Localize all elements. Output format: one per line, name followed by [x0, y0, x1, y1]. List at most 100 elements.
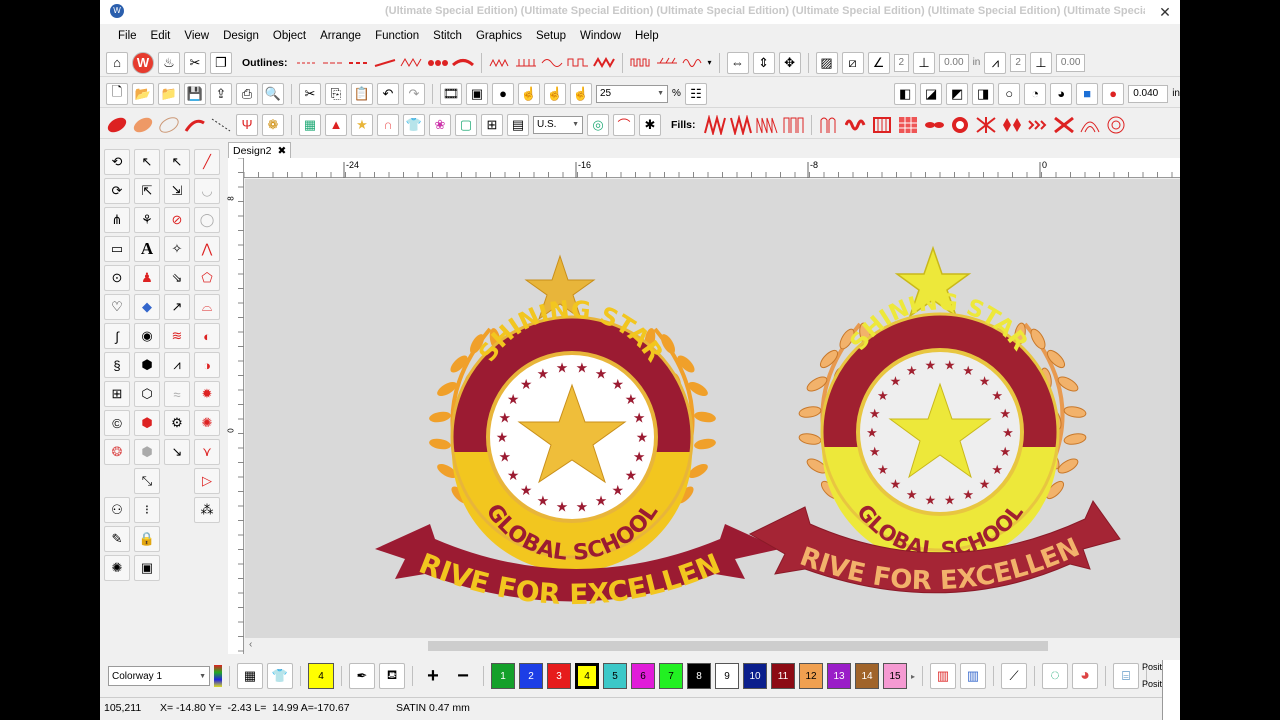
shapes-icon[interactable]: ▲: [325, 113, 347, 136]
spacing-icon-2[interactable]: ⊥: [1029, 51, 1052, 74]
color-swatch-10[interactable]: 10: [743, 663, 767, 689]
menu-view[interactable]: View: [184, 30, 209, 42]
outline-satin[interactable]: [400, 54, 422, 72]
paste-icon[interactable]: 📋: [351, 82, 373, 105]
window-close-button[interactable]: ✕: [1150, 0, 1180, 24]
star-icon[interactable]: ★: [351, 113, 373, 136]
color-swatch-13[interactable]: 13: [827, 663, 851, 689]
color-swatch-4[interactable]: 4: [575, 663, 599, 689]
outline-triple-stitch[interactable]: [322, 54, 344, 72]
fill-pattern-13[interactable]: [1027, 115, 1049, 135]
units-combo[interactable]: U.S. ▼: [533, 115, 583, 134]
width-spin[interactable]: 0.040: [1128, 84, 1169, 103]
picture-icon[interactable]: ▦: [299, 113, 321, 136]
grid-square-icon[interactable]: ▣: [134, 555, 160, 581]
stitch-cross-icon[interactable]: ⁂: [194, 497, 220, 523]
zoom-combo[interactable]: 25 ▼: [596, 84, 668, 103]
pen-icon[interactable]: ✎: [104, 526, 130, 552]
curve-icon[interactable]: ∫: [104, 323, 130, 349]
tab-design2[interactable]: Design2 ✖: [228, 142, 292, 158]
menu-help[interactable]: Help: [635, 30, 659, 42]
undo-icon[interactable]: ↶: [377, 82, 399, 105]
remove-color-icon[interactable]: −: [450, 663, 476, 689]
team-names-icon[interactable]: ♟: [134, 265, 160, 291]
scroll-thumb[interactable]: [428, 641, 1048, 651]
paint-bucket-icon[interactable]: ⛾: [379, 663, 405, 689]
wave-grey-icon[interactable]: ≈: [164, 381, 190, 407]
fill-feather[interactable]: [184, 115, 206, 135]
menu-stitch[interactable]: Stitch: [433, 30, 462, 42]
zigzag-icon[interactable]: ⩘: [164, 352, 190, 378]
redo-icon[interactable]: ↷: [403, 82, 425, 105]
outline-backstitch[interactable]: [348, 54, 370, 72]
fill-leaf-outline[interactable]: [158, 115, 180, 135]
rectangle-icon[interactable]: ▭: [104, 236, 130, 262]
color-circles-icon[interactable]: ❀: [429, 113, 451, 136]
back-minus-front-icon[interactable]: ◔: [1024, 82, 1047, 105]
docked-panel-edge[interactable]: [1162, 660, 1180, 720]
fish-icon[interactable]: ❁: [262, 113, 284, 136]
front-minus-back-icon[interactable]: ○: [998, 82, 1021, 105]
reshape-icon[interactable]: ⟲: [104, 149, 130, 175]
outline-squares[interactable]: [630, 54, 652, 72]
angle-icon[interactable]: ∠: [867, 51, 890, 74]
curve-2-icon[interactable]: §: [104, 352, 130, 378]
skew-icon[interactable]: ⧄: [841, 51, 864, 74]
overview-icon[interactable]: ☷: [684, 82, 707, 105]
lettering-icon[interactable]: A: [134, 236, 160, 262]
menu-arrange[interactable]: Arrange: [320, 30, 361, 42]
menu-object[interactable]: Object: [273, 30, 306, 42]
open-folder-icon[interactable]: 📂: [132, 82, 154, 105]
select-poly-icon[interactable]: ⇱: [134, 178, 160, 204]
knife-icon[interactable]: ⊘: [164, 207, 190, 233]
hexagon-icon[interactable]: ⬢: [134, 352, 160, 378]
badge-vector[interactable]: ★★★★★★★★★★★★★★★★ ★ ★ ★★★★ SHINING STAR GLOB…: [245, 179, 780, 611]
mirror-icon[interactable]: ✥: [778, 51, 801, 74]
eyedropper-icon[interactable]: ✒: [349, 663, 375, 689]
color-swatch-15[interactable]: 15: [883, 663, 907, 689]
square-nodes-icon[interactable]: ⬠: [194, 265, 220, 291]
outline-zigzag[interactable]: [489, 54, 511, 72]
chevron-down-icon[interactable]: ▾: [708, 58, 712, 67]
tab-close-icon[interactable]: ✖: [278, 145, 287, 157]
gear-red-icon[interactable]: ✹: [194, 381, 220, 407]
stack-icon[interactable]: ❐: [210, 51, 232, 74]
outline-loops[interactable]: [682, 54, 704, 72]
hoop-tool-icon[interactable]: ⊞: [104, 381, 130, 407]
design-canvas[interactable]: ★ ★ ★ ★ ★ ★ ★ ★ ★ ★ ★ ★ ★ ★ ★ ★ ★ ★ ★ ★ ★ ★ SHINING STAR GLOB…: [245, 179, 1180, 638]
fill-leaf-red[interactable]: [106, 115, 128, 135]
gear-red-2-icon[interactable]: ✺: [194, 410, 220, 436]
hexagon-grey-icon[interactable]: ⬢: [134, 439, 160, 465]
palette-icon[interactable]: ✱: [639, 113, 661, 136]
flip-horizontal-icon[interactable]: ⇔: [726, 51, 749, 74]
color-swatch-2[interactable]: 2: [519, 663, 543, 689]
circle-nodes-2-icon[interactable]: ◑: [194, 352, 220, 378]
triangle-arrow-icon[interactable]: ▷: [194, 468, 220, 494]
save-icon[interactable]: 💾: [184, 82, 206, 105]
spacing-spin[interactable]: 0.00: [939, 53, 969, 72]
add-color-icon[interactable]: +: [420, 663, 446, 689]
horseshoe-icon[interactable]: ∩: [377, 113, 399, 136]
color-swatch-5[interactable]: 5: [603, 663, 627, 689]
line-tool-icon[interactable]: ╱: [194, 149, 220, 175]
outline-squarewave[interactable]: [567, 54, 589, 72]
rows-spin-2[interactable]: 2: [1010, 53, 1026, 72]
slant-icon[interactable]: ▨: [815, 51, 838, 74]
sparkle-icon[interactable]: ✺: [104, 555, 130, 581]
trim-shapes-icon[interactable]: ◪: [920, 82, 943, 105]
fill-pattern-12[interactable]: [1001, 115, 1023, 135]
print-preview-icon[interactable]: 🔍: [262, 82, 284, 105]
export-icon[interactable]: ⇪: [210, 82, 232, 105]
hand-icon[interactable]: ☝: [518, 82, 540, 105]
outline-offset-icon[interactable]: ⬡: [134, 381, 160, 407]
outline-feather[interactable]: [451, 54, 474, 72]
intersect-shapes-icon[interactable]: ◩: [946, 82, 969, 105]
colorway-select[interactable]: Colorway 1 ▼: [108, 666, 210, 686]
zig-nodes-icon[interactable]: ⋎: [194, 439, 220, 465]
weld-shapes-icon[interactable]: ◧: [894, 82, 917, 105]
scissors-gear-icon[interactable]: ✂: [184, 51, 206, 74]
outline-blanket[interactable]: [515, 54, 537, 72]
diagonal-icon[interactable]: ⟋: [1001, 663, 1028, 689]
color-grid-icon[interactable]: ▦: [237, 663, 263, 689]
new-file-icon[interactable]: 🗋: [106, 82, 128, 105]
